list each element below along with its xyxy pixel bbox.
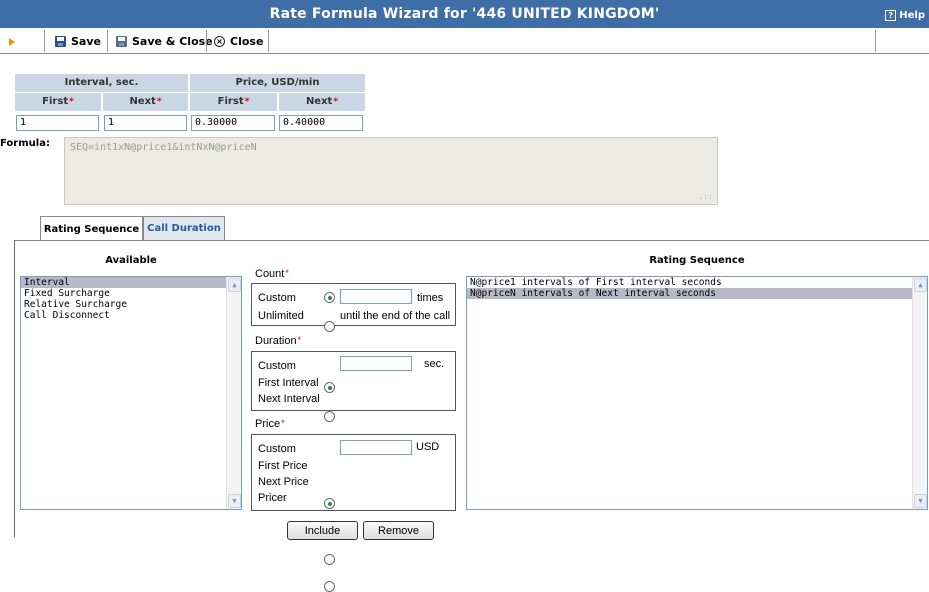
- duration-label: Duration*: [255, 335, 302, 347]
- formula-value: SEQ=int1xN@price1&intNxN@priceN: [70, 142, 257, 153]
- price-first-header: First*: [189, 92, 278, 112]
- close-label: Close: [230, 34, 264, 48]
- window-title: Rate Formula Wizard for '446 UNITED KING…: [269, 6, 660, 22]
- count-unlimited-radio[interactable]: [324, 321, 335, 332]
- price-custom-radio[interactable]: [324, 498, 335, 509]
- play-icon[interactable]: [9, 38, 15, 46]
- list-item[interactable]: N@price1 intervals of First interval sec…: [467, 277, 927, 288]
- pane-border: [14, 240, 15, 537]
- duration-next-interval-label: Next Interval: [258, 393, 320, 405]
- scroll-down-icon[interactable]: ▼: [914, 494, 927, 508]
- tab-call-duration[interactable]: Call Duration: [143, 216, 225, 240]
- price-pricer-label: Pricer: [258, 492, 287, 504]
- count-custom-input[interactable]: [340, 289, 412, 304]
- price-header: Price, USD/min: [189, 73, 366, 93]
- price-next-price-label: Next Price: [258, 476, 309, 488]
- price-label: Price*: [255, 418, 285, 430]
- duration-sec-label: sec.: [424, 358, 445, 370]
- list-item[interactable]: Relative Surcharge: [21, 299, 241, 310]
- duration-first-interval-label: First Interval: [258, 377, 319, 389]
- tab-baseline: [14, 240, 929, 241]
- close-button[interactable]: × Close: [214, 31, 263, 51]
- list-item[interactable]: N@priceN intervals of Next interval seco…: [467, 288, 927, 299]
- formula-textarea[interactable]: SEQ=int1xN@price1&intNxN@priceN .::: [64, 137, 718, 205]
- list-item[interactable]: Call Disconnect: [21, 310, 241, 321]
- toolbar-divider: [268, 30, 269, 52]
- remove-button[interactable]: Remove: [363, 521, 434, 540]
- formula-label: Formula:: [0, 138, 50, 149]
- price-first-input[interactable]: 0.30000: [191, 115, 275, 131]
- save-close-button[interactable]: Save & Close: [116, 31, 213, 51]
- interval-first-header: First*: [14, 92, 102, 112]
- toolbar-divider: [206, 30, 207, 52]
- price-pricer-radio[interactable]: [324, 581, 335, 592]
- tab-rating-sequence[interactable]: Rating Sequence: [40, 216, 143, 241]
- toolbar-divider: [875, 30, 876, 52]
- save-close-label: Save & Close: [132, 34, 213, 48]
- price-first-price-label: First Price: [258, 460, 308, 472]
- interval-header: Interval, sec.: [14, 73, 189, 93]
- price-custom-label: Custom: [258, 443, 296, 455]
- list-item[interactable]: Fixed Surcharge: [21, 288, 241, 299]
- interval-first-input[interactable]: 1: [16, 115, 99, 131]
- price-next-header: Next*: [278, 92, 366, 112]
- floppy-icon: [55, 35, 66, 47]
- scrollbar[interactable]: ▲ ▼: [912, 277, 927, 509]
- available-listbox[interactable]: Interval Fixed Surcharge Relative Surcha…: [20, 276, 242, 510]
- duration-custom-input[interactable]: [340, 356, 412, 371]
- interval-next-header: Next*: [102, 92, 189, 112]
- save-button[interactable]: Save: [55, 31, 101, 51]
- toolbar-divider: [44, 30, 45, 52]
- help-label: Help: [899, 9, 925, 21]
- close-icon: ×: [214, 35, 225, 47]
- duration-custom-label: Custom: [258, 360, 296, 372]
- count-custom-radio[interactable]: [324, 292, 335, 303]
- help-link[interactable]: ? Help: [885, 8, 925, 22]
- count-unlimited-suffix: until the end of the call: [340, 310, 451, 322]
- scroll-up-icon[interactable]: ▲: [228, 278, 241, 292]
- count-custom-label: Custom: [258, 292, 296, 304]
- count-label: Count*: [255, 268, 289, 280]
- interval-next-input[interactable]: 1: [104, 115, 187, 131]
- include-button[interactable]: Include: [287, 521, 358, 540]
- rating-sequence-title: Rating Sequence: [649, 255, 745, 266]
- scrollbar[interactable]: ▲ ▼: [226, 277, 241, 509]
- rating-sequence-listbox[interactable]: N@price1 intervals of First interval sec…: [466, 276, 928, 510]
- count-times-label: times: [417, 292, 444, 304]
- list-item[interactable]: Interval: [21, 277, 241, 288]
- price-custom-input[interactable]: [340, 440, 412, 455]
- resize-grip-icon[interactable]: .::: [699, 192, 713, 201]
- floppy-icon: [116, 35, 127, 47]
- price-usd-label: USD: [416, 441, 440, 453]
- scroll-down-icon[interactable]: ▼: [228, 494, 241, 508]
- duration-custom-radio[interactable]: [324, 382, 335, 393]
- available-title: Available: [105, 255, 157, 266]
- duration-first-interval-radio[interactable]: [324, 411, 335, 422]
- scroll-up-icon[interactable]: ▲: [914, 278, 927, 292]
- save-label: Save: [71, 34, 101, 48]
- count-unlimited-label: Unlimited: [258, 310, 304, 322]
- price-next-input[interactable]: 0.40000: [279, 115, 363, 131]
- toolbar-divider: [107, 30, 108, 52]
- help-icon: ?: [885, 9, 897, 21]
- price-next-price-radio[interactable]: [324, 554, 335, 565]
